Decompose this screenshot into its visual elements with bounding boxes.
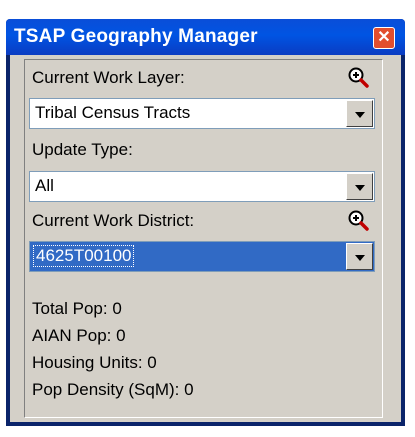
work-district-dropdown[interactable]: 4625T00100 <box>29 241 375 272</box>
aian-pop-text: AIAN Pop: 0 <box>32 326 126 345</box>
work-layer-label: Current Work Layer: <box>32 68 185 87</box>
work-district-value: 4625T00100 <box>33 245 135 267</box>
update-type-label: Update Type: <box>32 140 133 159</box>
title-bar[interactable]: TSAP Geography Manager ✕ <box>6 19 405 55</box>
geography-manager-window: TSAP Geography Manager ✕ Current Work La… <box>6 19 405 426</box>
housing-units-text: Housing Units: 0 <box>32 353 157 372</box>
chevron-down-icon[interactable] <box>346 100 373 127</box>
window-title: TSAP Geography Manager <box>14 26 258 47</box>
update-type-dropdown[interactable]: All <box>29 171 375 202</box>
chevron-down-icon[interactable] <box>346 173 373 200</box>
work-district-label: Current Work District: <box>32 211 195 230</box>
total-pop-text: Total Pop: 0 <box>32 299 122 318</box>
work-layer-value: Tribal Census Tracts <box>35 103 191 122</box>
pop-density-text: Pop Density (SqM): 0 <box>32 380 194 399</box>
close-button[interactable]: ✕ <box>373 27 395 49</box>
manager-panel: Current Work Layer: Tribal Census Tracts… <box>10 55 401 422</box>
zoom-in-icon[interactable] <box>346 208 370 232</box>
close-icon: ✕ <box>377 29 391 46</box>
update-type-value: All <box>35 176 54 195</box>
chevron-down-icon[interactable] <box>346 243 373 270</box>
zoom-in-icon[interactable] <box>346 65 370 89</box>
work-layer-dropdown[interactable]: Tribal Census Tracts <box>29 98 375 129</box>
